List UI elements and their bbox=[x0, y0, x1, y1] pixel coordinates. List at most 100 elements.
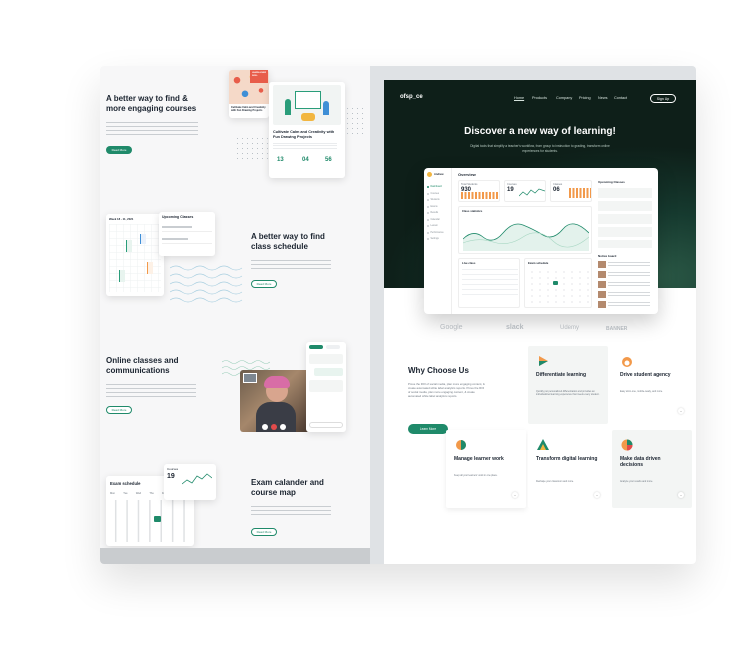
feature-text: Analyze your results and more. bbox=[620, 480, 653, 483]
nav-dot-icon bbox=[427, 225, 429, 228]
logo-banner: BANNER bbox=[606, 326, 628, 332]
hero-subtitle: Digital tools that simplify a teacher's … bbox=[470, 144, 610, 153]
course-stat-3: 56 bbox=[325, 157, 332, 163]
half-circle-icon bbox=[456, 440, 466, 450]
learn-more-button[interactable]: Learn More bbox=[408, 424, 448, 434]
logo-udemy: Udemy bbox=[560, 325, 580, 331]
signup-button[interactable]: Sign Up bbox=[650, 94, 676, 103]
dashboard-nav-label: Courses bbox=[430, 192, 440, 195]
dashboard-nav-label: Calendar bbox=[430, 218, 440, 221]
nav-news[interactable]: News bbox=[598, 96, 608, 100]
stat-label: Classes bbox=[553, 183, 563, 186]
nav-products[interactable]: Products bbox=[532, 96, 547, 100]
feature-text: Easy all-in-one, mobile-ready, and more. bbox=[620, 390, 663, 393]
mic-icon[interactable] bbox=[262, 424, 268, 430]
dashboard-nav-label: Performance bbox=[430, 231, 444, 234]
feature-text: Quickly put personalized differentiation… bbox=[536, 390, 600, 397]
dashboard-nav-label: Students bbox=[430, 199, 440, 202]
section3-read-more-button[interactable]: Read More bbox=[106, 406, 132, 414]
exam-schedule-widget: Exam schedule bbox=[524, 258, 592, 308]
landing-page: ofsp_ce Home Products Company Pricing Ne… bbox=[384, 80, 696, 564]
chevron-down-icon[interactable]: ⌄ bbox=[512, 492, 518, 498]
feature-card-transform[interactable]: Transform digital learning Reshape your … bbox=[528, 430, 608, 508]
course-card-title: Cultivate Calm and Creativity with Fun D… bbox=[273, 130, 335, 139]
stat-card-classes: Classes 06 bbox=[550, 180, 592, 202]
dashboard-nav-item[interactable]: Settings bbox=[427, 236, 451, 243]
presentation-stage: A better way to find & more engaging cou… bbox=[0, 0, 756, 660]
day-wed: Wed bbox=[135, 492, 142, 495]
stat-label: Total Students bbox=[461, 183, 478, 186]
play-arrow-icon bbox=[539, 356, 548, 366]
class-statistics-chart: Class statistics bbox=[458, 206, 592, 254]
weekly-calendar-card[interactable]: Week 18 - 11, 2021 bbox=[106, 214, 164, 296]
chat-panel[interactable] bbox=[306, 342, 346, 432]
dashboard-nav-label: Dashboard bbox=[430, 186, 442, 189]
dashboard-user: Andrew bbox=[434, 172, 444, 176]
upcoming-classes-widget: Upcoming Classes bbox=[596, 172, 654, 250]
section4-title: Exam calander and course map bbox=[251, 478, 324, 497]
camera-icon[interactable] bbox=[280, 424, 286, 430]
stat-card-students: Total Students 930 bbox=[458, 180, 500, 202]
section2-read-more-button[interactable]: Read More bbox=[251, 280, 277, 288]
logo-google: Google bbox=[440, 324, 463, 331]
feature-card-agency[interactable]: Drive student agency Easy all-in-one, mo… bbox=[612, 346, 692, 424]
brand-logo[interactable]: ofsp_ce bbox=[400, 94, 423, 100]
nav-home[interactable]: Home bbox=[514, 96, 524, 100]
exam-schedule-title: Exam schedule bbox=[110, 481, 141, 486]
nav-pricing[interactable]: Pricing bbox=[579, 96, 591, 100]
course-thumb-title: Cultivate Calm and Creativity with Fun D… bbox=[231, 106, 266, 112]
showcase-board: A better way to find & more engaging cou… bbox=[100, 66, 696, 564]
upcoming-classes-card[interactable]: Upcoming Classes bbox=[159, 212, 215, 256]
courses-chart-card[interactable]: Courses 19 bbox=[164, 464, 216, 500]
skill-tag: LEARN A NEW SKILL bbox=[250, 70, 268, 83]
dot-pattern-2 bbox=[345, 106, 367, 136]
nav-contact[interactable]: Contact bbox=[614, 96, 627, 100]
section3-text bbox=[106, 384, 196, 397]
landing-preview-panel: ofsp_ce Home Products Company Pricing Ne… bbox=[370, 66, 696, 564]
feature-title: Transform digital learning bbox=[536, 456, 598, 462]
feature-title: Manage learner work bbox=[454, 456, 504, 462]
nav-dot-icon bbox=[427, 199, 429, 202]
dashboard-nav-label: Settings bbox=[430, 238, 439, 241]
flame-icon bbox=[622, 357, 632, 367]
chevron-down-icon[interactable]: ⌄ bbox=[594, 492, 600, 498]
section1-read-more-button[interactable]: Read More bbox=[106, 146, 132, 154]
section3-title: Online classes and communications bbox=[106, 356, 179, 375]
chevron-down-icon[interactable]: ⌄ bbox=[678, 408, 684, 414]
feature-title: Drive student agency bbox=[620, 372, 671, 378]
video-call-frame[interactable] bbox=[240, 370, 310, 432]
calendar-week-label: Week 18 - 11, 2021 bbox=[109, 217, 134, 221]
dashboard-title: Overview bbox=[458, 172, 476, 177]
end-call-icon[interactable] bbox=[271, 424, 277, 430]
nav-dot-icon bbox=[427, 238, 429, 241]
feature-card-manage[interactable]: Manage learner work Keep all your learne… bbox=[446, 430, 526, 508]
exam-widget-label: Exam schedule bbox=[528, 261, 549, 265]
chevron-down-icon[interactable]: ⌄ bbox=[678, 492, 684, 498]
day-thu: Thu bbox=[149, 492, 154, 495]
feature-card-data[interactable]: Make data driven decisions Analyze your … bbox=[612, 430, 692, 508]
upcoming-classes-title: Upcoming Classes bbox=[162, 215, 194, 219]
section2-title: A better way to find class schedule bbox=[251, 232, 325, 251]
nav-dot-icon bbox=[427, 212, 429, 215]
why-title: Why Choose Us bbox=[408, 366, 469, 375]
dashboard-sidebar: Andrew Dashboard Courses Students Exams Resu… bbox=[424, 168, 452, 314]
dashboard-nav-label: Exams bbox=[430, 205, 438, 208]
nav-dot-icon bbox=[427, 218, 429, 221]
nav-dot-icon bbox=[427, 186, 429, 189]
drawing-illustration bbox=[273, 85, 341, 125]
feature-card-differentiate[interactable]: Differentiate learning Quickly put perso… bbox=[528, 346, 608, 424]
dashboard-mockup: Andrew Dashboard Courses Students Exams Resu… bbox=[424, 168, 658, 314]
notice-board-widget: Notice board bbox=[596, 254, 654, 310]
day-mon: Mon bbox=[110, 492, 116, 495]
feature-text: Reshape your classroom and more. bbox=[536, 480, 574, 483]
section4-text bbox=[251, 506, 331, 518]
hero-title: Discover a new way of learning! bbox=[464, 126, 616, 137]
section4-read-more-button[interactable]: Read More bbox=[251, 528, 277, 536]
logo-slack: slack bbox=[506, 324, 524, 331]
courses-card-title: Courses bbox=[167, 467, 179, 471]
nav-dot-icon bbox=[427, 192, 429, 195]
courses-card-value: 19 bbox=[167, 473, 175, 480]
course-stat-2: 04 bbox=[302, 157, 309, 163]
nav-company[interactable]: Company bbox=[556, 96, 572, 100]
course-feature-card[interactable]: Cultivate Calm and Creativity with Fun D… bbox=[269, 82, 345, 178]
